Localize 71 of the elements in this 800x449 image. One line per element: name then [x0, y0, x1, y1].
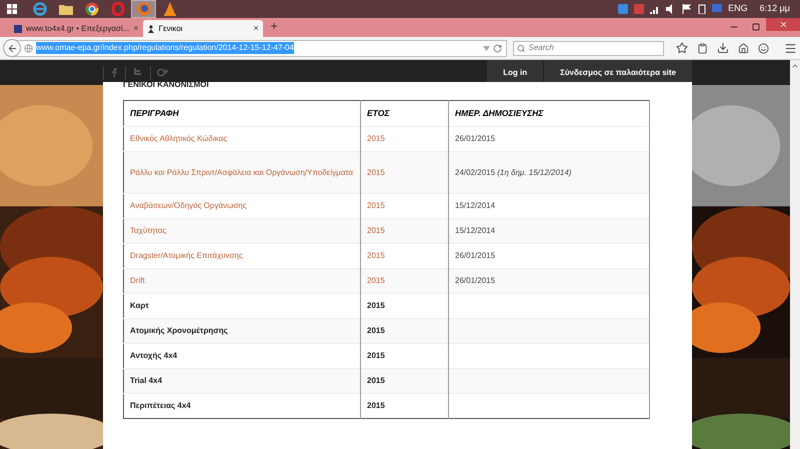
regulation-link[interactable]: Εθνικός Αθλητικός Κώδικας	[130, 134, 228, 143]
table-cell-text: 26/01/2015	[455, 134, 496, 143]
table-cell-text: 2015	[367, 376, 385, 385]
close-tab-button[interactable]: ×	[133, 22, 139, 36]
windows-logo-icon[interactable]	[7, 4, 17, 14]
browser-e-icon	[32, 2, 46, 16]
flag-icon[interactable]	[682, 4, 692, 14]
table-cell-text: 15/12/2014	[455, 201, 496, 210]
table-cell-text: 2015	[367, 326, 385, 335]
tray-app-icon[interactable]	[618, 4, 628, 14]
table-cell-text: Αντοχής 4x4	[130, 351, 178, 360]
home-icon[interactable]	[738, 42, 749, 54]
regulation-link[interactable]: 2015	[367, 276, 385, 285]
browser-tab[interactable]: Γενικοι ×	[142, 20, 263, 37]
tab-title: www.to4x4.gr • Επεξεργασί...	[26, 22, 130, 34]
regulation-link[interactable]: Dragster/Ατομικής Επιτάχυνσης	[130, 251, 243, 260]
clock[interactable]: 6:12 μμ	[760, 2, 790, 16]
browser-tab[interactable]: www.to4x4.gr • Επεξεργασί... ×	[10, 20, 143, 37]
search-icon	[517, 44, 526, 52]
column-header: ΗΜΕΡ. ΔΗΜΟΣΙΕΥΣΗΣ	[448, 100, 650, 126]
clipboard-icon[interactable]	[697, 42, 708, 54]
table-cell-text: 24/02/2015 (1η δημ. 15/12/2014)	[455, 168, 572, 177]
scroll-up-icon[interactable]	[791, 62, 799, 70]
table-cell-text: 15/12/2014	[455, 226, 496, 235]
table-cell-text: 26/01/2015	[455, 251, 496, 260]
column-header: ΕΤΟΣ	[360, 100, 448, 126]
regulation-link[interactable]: 2015	[367, 201, 385, 210]
close-tab-button[interactable]: ×	[253, 22, 259, 36]
regulation-link[interactable]: 2015	[367, 226, 385, 235]
column-header: ΠΕΡΙΓΡΑΦΗ	[124, 100, 360, 126]
back-button[interactable]	[3, 39, 21, 57]
close-icon	[778, 20, 788, 29]
search-input[interactable]: Search	[528, 42, 660, 54]
person-icon	[146, 24, 155, 32]
signal-icon[interactable]	[650, 4, 660, 14]
grid-icon	[14, 24, 22, 32]
menu-icon[interactable]	[784, 42, 797, 54]
scrollbar[interactable]	[790, 60, 800, 449]
language-indicator[interactable]: ENG	[728, 2, 748, 16]
table-cell-text: Ατομικής Χρονομέτρησης	[130, 326, 228, 335]
regulation-link[interactable]: Ράλλυ και Ράλλυ Σπριντ/Ασφάλεια και Οργάνωση/Υποδείγματα	[130, 168, 354, 177]
globe-icon	[24, 44, 33, 52]
download-icon[interactable]	[717, 42, 729, 54]
reload-icon[interactable]	[493, 44, 502, 52]
maximize-icon[interactable]	[752, 23, 760, 31]
url-text: www.omae-epa.gr/index.php/regulations/regulation/2014-12-15-12-47-04	[36, 42, 294, 54]
search-field[interactable]: Search	[513, 40, 664, 56]
chrome-icon	[84, 2, 98, 16]
regulation-link[interactable]: Ταχύτητας	[130, 226, 166, 235]
address-bar[interactable]: www.omae-epa.gr/index.php/regulations/regulation/2014-12-15-12-47-04	[3, 40, 508, 56]
table-cell-text: Trial 4x4	[130, 376, 162, 385]
regulation-link[interactable]: 2015	[367, 251, 385, 260]
tab-title: Γενικοι	[158, 22, 184, 34]
table-cell-text: Καρτ	[130, 301, 149, 310]
regulation-link[interactable]: Drift	[130, 276, 145, 285]
smiley-icon[interactable]	[758, 42, 769, 54]
regulation-link[interactable]: 2015	[367, 134, 385, 143]
table-cell-text: 26/01/2015	[455, 276, 496, 285]
new-tab-button[interactable]: +	[270, 17, 278, 35]
table-cell-text: 2015	[367, 301, 385, 310]
opera-icon	[110, 2, 124, 16]
bookmark-star-icon[interactable]	[676, 42, 688, 54]
table-cell-text: 2015	[367, 351, 385, 360]
table-cell-text: Περιπέτειας 4x4	[130, 401, 191, 410]
regulation-link[interactable]: Αναβάσεων/Οδηγός Οργάνωσης	[130, 201, 247, 210]
folder-icon	[58, 3, 72, 15]
regulation-link[interactable]: 2015	[367, 168, 385, 177]
traffic-cone-icon	[164, 2, 176, 16]
firefox-icon	[136, 2, 150, 16]
table-cell-text: 2015	[367, 401, 385, 410]
back-arrow-icon	[6, 42, 18, 54]
